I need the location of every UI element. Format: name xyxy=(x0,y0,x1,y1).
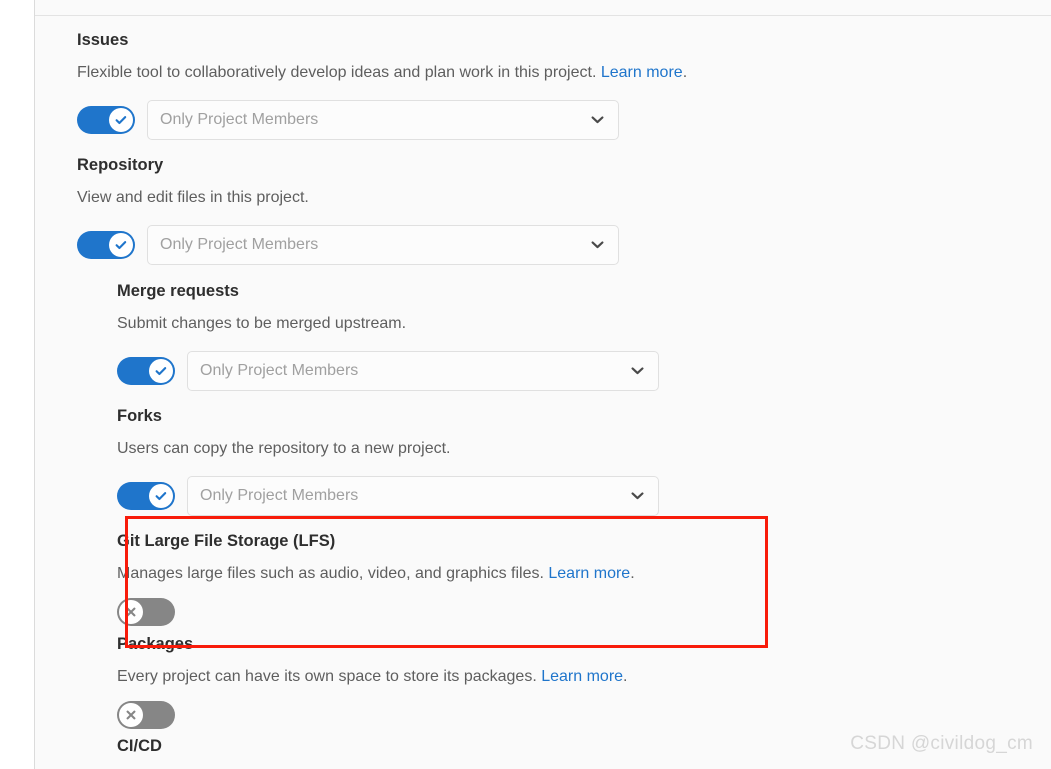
issues-visibility-select-value: Only Project Members xyxy=(160,111,319,128)
section-issues: Issues Flexible tool to collaboratively … xyxy=(77,30,697,140)
forks-visibility-select-value: Only Project Members xyxy=(200,487,359,504)
merge-requests-visibility-select[interactable]: Only Project Members xyxy=(187,351,659,391)
packages-description-period: . xyxy=(623,668,628,685)
merge-requests-title: Merge requests xyxy=(117,282,239,300)
git-lfs-toggle[interactable] xyxy=(117,598,175,626)
repository-visibility-select[interactable]: Only Project Members xyxy=(147,225,619,265)
packages-description-text: Every project can have its own space to … xyxy=(117,668,537,685)
chevron-down-icon xyxy=(591,241,604,250)
toggle-knob-check-icon xyxy=(109,108,133,132)
merge-requests-description: Submit changes to be merged upstream. xyxy=(117,315,407,332)
issues-control-row: Only Project Members xyxy=(77,100,697,140)
issues-title: Issues xyxy=(77,31,129,49)
repository-visibility-select-value: Only Project Members xyxy=(160,236,319,253)
merge-requests-control-row: Only Project Members xyxy=(117,351,737,391)
merge-requests-visibility-select-value: Only Project Members xyxy=(200,362,359,379)
issues-description-text: Flexible tool to collaboratively develop… xyxy=(77,64,597,81)
chevron-down-icon xyxy=(591,116,604,125)
repository-control-row: Only Project Members xyxy=(77,225,697,265)
toggle-knob-check-icon xyxy=(149,484,173,508)
packages-toggle[interactable] xyxy=(117,701,175,729)
issues-description: Flexible tool to collaboratively develop… xyxy=(77,63,697,83)
git-lfs-description-text: Manages large files such as audio, video… xyxy=(117,565,544,582)
section-cicd: CI/CD xyxy=(117,736,517,756)
toggle-knob-check-icon xyxy=(109,233,133,257)
issues-visibility-toggle[interactable] xyxy=(77,106,135,134)
toggle-knob-close-icon xyxy=(119,703,143,727)
cicd-title: CI/CD xyxy=(117,737,162,755)
forks-description: Users can copy the repository to a new p… xyxy=(117,440,451,457)
forks-title: Forks xyxy=(117,407,162,425)
git-lfs-title: Git Large File Storage (LFS) xyxy=(117,532,336,550)
chevron-down-icon xyxy=(631,367,644,376)
forks-visibility-toggle[interactable] xyxy=(117,482,175,510)
issues-learn-more-link[interactable]: Learn more xyxy=(601,64,683,81)
watermark-label: CSDN @civildog_cm xyxy=(850,733,1033,754)
screenshot-root: Issues Flexible tool to collaboratively … xyxy=(0,0,1051,769)
git-lfs-control-row xyxy=(117,598,757,626)
forks-control-row: Only Project Members xyxy=(117,476,737,516)
git-lfs-learn-more-link[interactable]: Learn more xyxy=(548,565,630,582)
repository-title: Repository xyxy=(77,156,164,174)
packages-control-row xyxy=(117,701,757,729)
issues-description-period: . xyxy=(682,64,688,81)
toggle-knob-close-icon xyxy=(119,600,143,624)
git-lfs-description-period: . xyxy=(630,565,635,582)
settings-panel: Issues Flexible tool to collaboratively … xyxy=(34,0,1051,769)
packages-description: Every project can have its own space to … xyxy=(117,667,757,687)
repository-description: View and edit files in this project. xyxy=(77,189,309,206)
chevron-down-icon xyxy=(631,492,644,501)
section-git-lfs: Git Large File Storage (LFS) Manages lar… xyxy=(117,531,757,626)
repository-visibility-toggle[interactable] xyxy=(77,231,135,259)
git-lfs-description: Manages large files such as audio, video… xyxy=(117,564,757,584)
section-repository: Repository View and edit files in this p… xyxy=(77,155,697,265)
panel-top-divider xyxy=(35,15,1051,16)
merge-requests-visibility-toggle[interactable] xyxy=(117,357,175,385)
packages-learn-more-link[interactable]: Learn more xyxy=(541,668,623,685)
clipped-text-row xyxy=(77,0,1037,4)
section-packages: Packages Every project can have its own … xyxy=(117,634,757,729)
section-forks: Forks Users can copy the repository to a… xyxy=(117,406,737,516)
toggle-knob-check-icon xyxy=(149,359,173,383)
section-merge-requests: Merge requests Submit changes to be merg… xyxy=(117,281,737,391)
forks-visibility-select[interactable]: Only Project Members xyxy=(187,476,659,516)
issues-visibility-select[interactable]: Only Project Members xyxy=(147,100,619,140)
packages-title: Packages xyxy=(117,635,194,653)
